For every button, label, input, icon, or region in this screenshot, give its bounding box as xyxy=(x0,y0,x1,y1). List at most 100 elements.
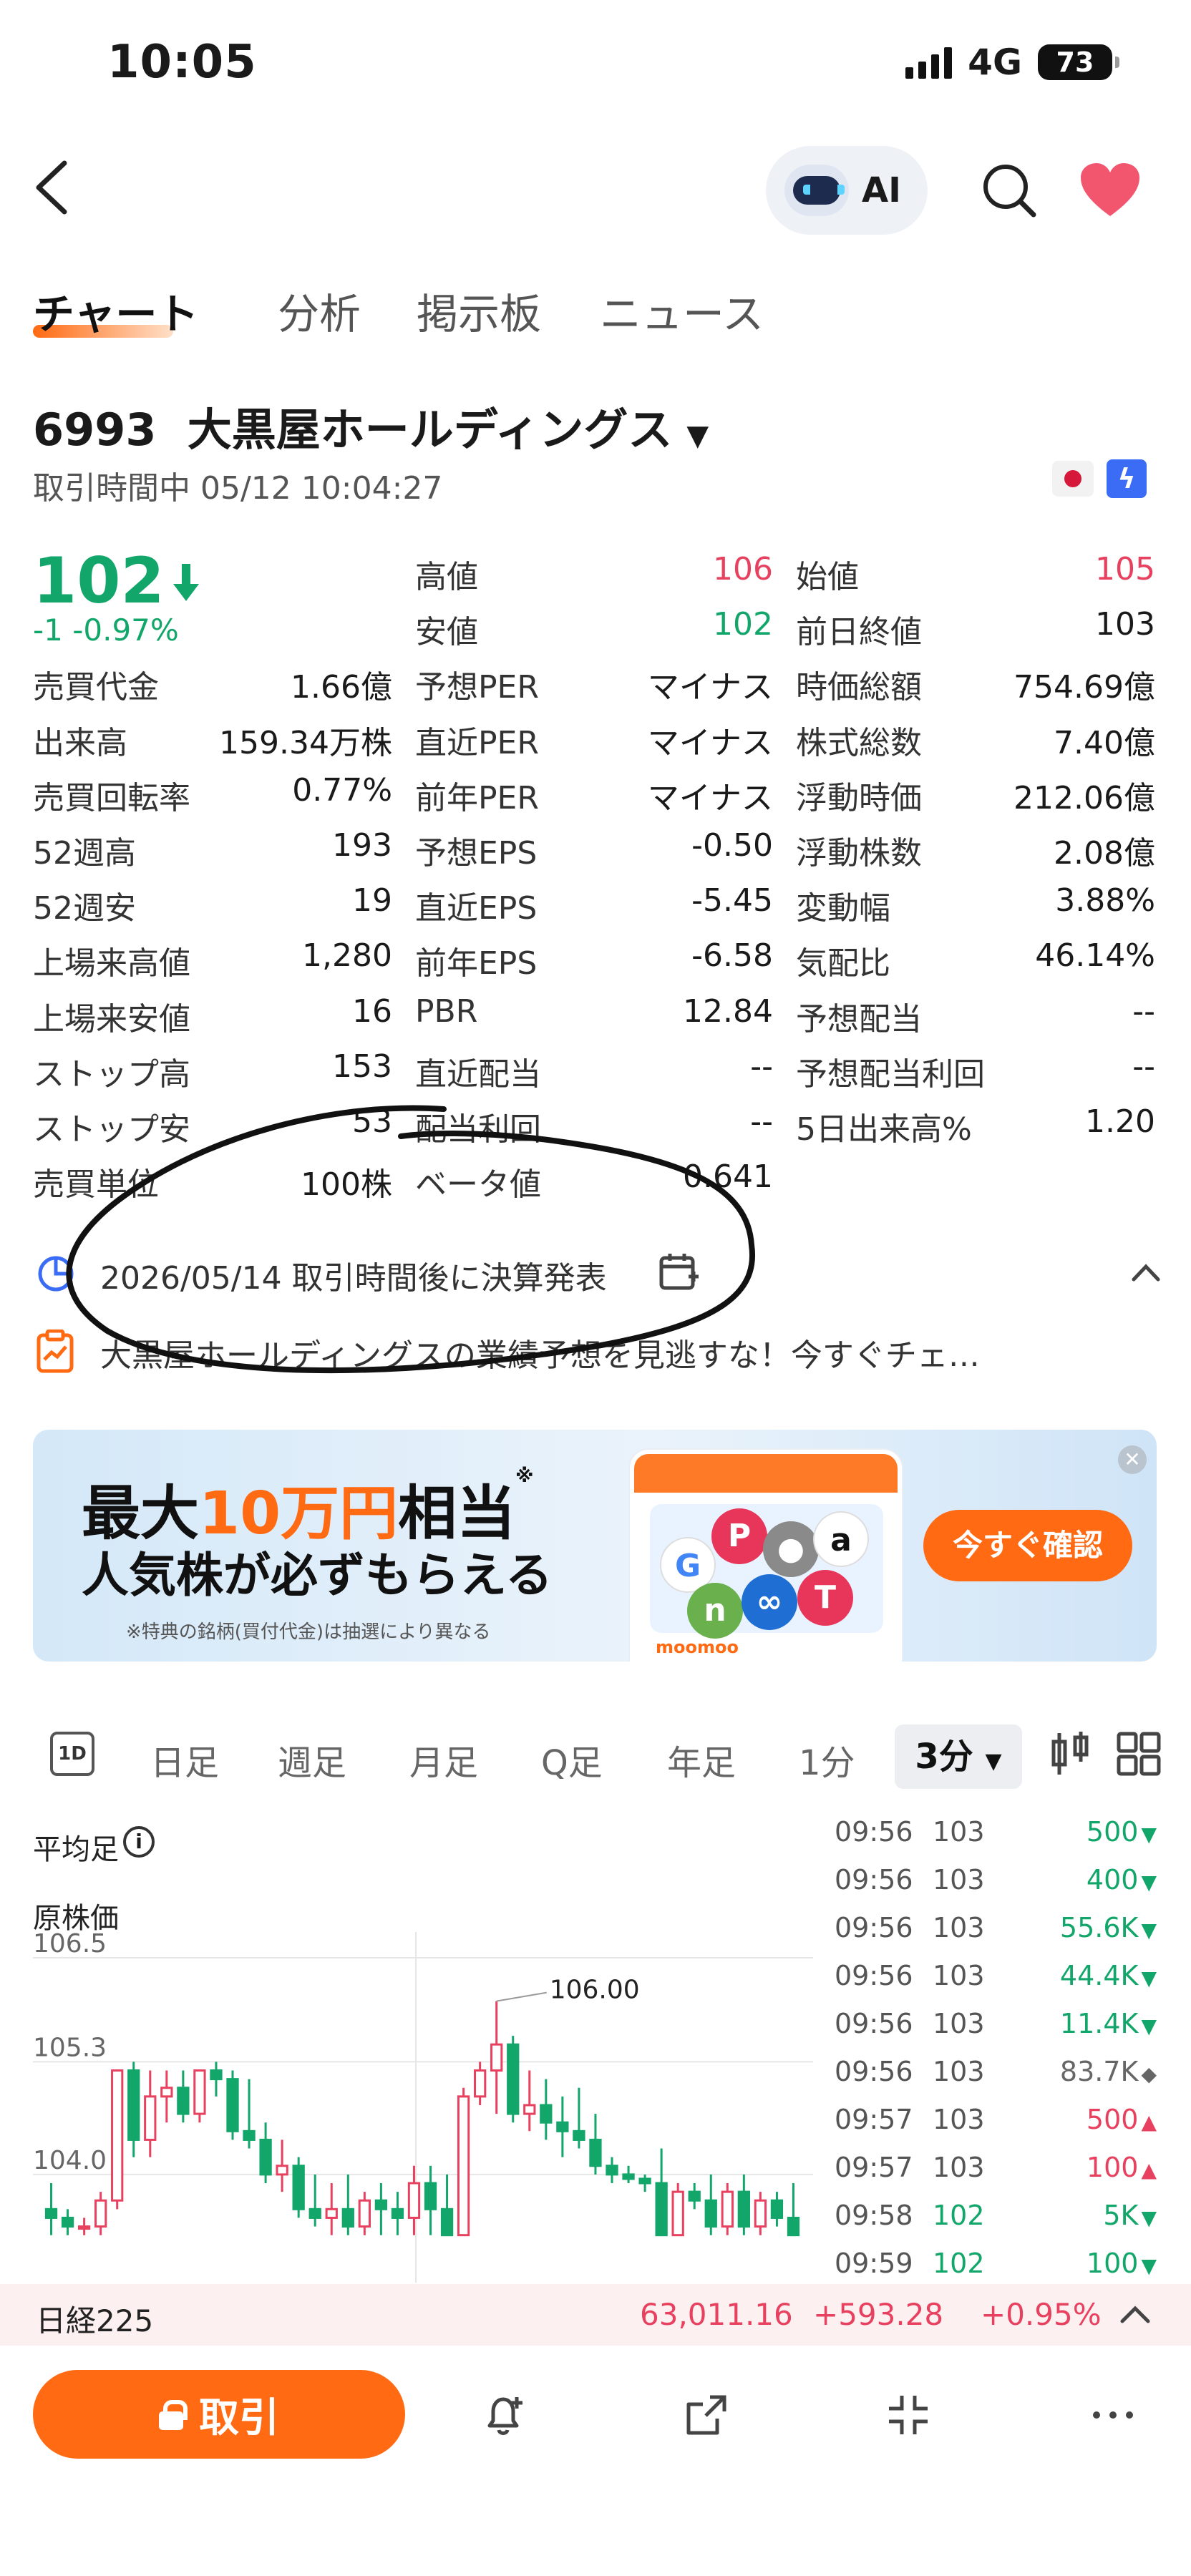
back-arrow-icon[interactable] xyxy=(31,159,74,216)
candle-body xyxy=(94,2199,107,2228)
battery-icon: 73 xyxy=(1038,44,1119,80)
candle-body xyxy=(358,2199,371,2228)
quote-value: 16 xyxy=(352,992,392,1030)
trade-direction-icon: ▼ xyxy=(1141,1918,1157,1942)
price-down-arrow-icon xyxy=(172,564,199,601)
share-icon[interactable] xyxy=(681,2390,731,2440)
trade-direction-icon: ◆ xyxy=(1141,2062,1157,2086)
quote-label: 直近EPS xyxy=(415,890,538,927)
quote-label: 始値 xyxy=(796,559,859,595)
quote-value: 103 xyxy=(1095,606,1155,643)
tab-daily[interactable]: 日足 xyxy=(150,1735,219,1785)
trade-direction-icon: ▼ xyxy=(1141,1966,1157,1990)
candle-body xyxy=(655,2182,668,2237)
trade-volume: 55.6K xyxy=(1059,1912,1139,1943)
quote-value: 1.66億 xyxy=(291,669,392,706)
moomoo-logo: moomoo xyxy=(656,1637,739,1657)
trade-volume: 44.4K xyxy=(1059,1960,1139,1991)
trade-row: 09:56 103 55.6K ▼ xyxy=(835,1912,1157,1955)
favorite-heart-icon[interactable] xyxy=(1079,162,1141,219)
stock-title[interactable]: 6993 大黒屋ホールディングス ▼ xyxy=(33,394,709,458)
quote-label: 予想EPS xyxy=(415,835,538,872)
search-icon[interactable] xyxy=(981,162,1038,219)
tab-news[interactable]: ニュース xyxy=(600,280,764,341)
quote-value: 102 xyxy=(713,606,773,643)
trade-direction-icon: ▼ xyxy=(1141,2206,1157,2230)
collapse-fullscreen-icon[interactable] xyxy=(883,2390,933,2440)
tab-1min[interactable]: 1分 xyxy=(799,1735,855,1785)
quote-label: 浮動株数 xyxy=(796,835,922,872)
flash-badge-icon[interactable]: ϟ xyxy=(1107,459,1147,498)
quote-value: 754.69億 xyxy=(1013,669,1155,706)
quote-label: 直近PER xyxy=(415,724,539,761)
trade-time: 09:56 xyxy=(835,2008,913,2039)
trade-button-label: 取引 xyxy=(199,2394,279,2441)
y-tick-label: 106.5 xyxy=(33,1932,107,1958)
grid-layout-icon[interactable] xyxy=(1115,1730,1162,1777)
trade-price: 103 xyxy=(933,2056,985,2087)
tab-3min-label: 3分 xyxy=(915,1737,973,1777)
candle-body xyxy=(374,2199,388,2210)
tab-3min-dropdown[interactable]: 3分 ▼ xyxy=(895,1724,1022,1789)
collapse-chevron-icon[interactable] xyxy=(1128,1258,1164,1287)
confirm-now-button[interactable]: 今すぐ確認 xyxy=(923,1510,1132,1581)
trade-row: 09:56 103 44.4K ▼ xyxy=(835,1960,1157,2003)
candle-body xyxy=(770,2199,784,2219)
trade-time: 09:57 xyxy=(835,2152,913,2183)
expand-chevron-icon[interactable] xyxy=(1118,2300,1152,2328)
index-change-pct: +0.95% xyxy=(981,2297,1102,2332)
info-icon[interactable]: i xyxy=(123,1826,155,1858)
tab-chart[interactable]: チャート xyxy=(33,280,198,341)
close-icon[interactable]: ✕ xyxy=(1118,1445,1147,1474)
candle-body xyxy=(226,2078,239,2132)
tab-yearly[interactable]: 年足 xyxy=(667,1735,736,1785)
quote-value: 159.34万株 xyxy=(219,724,392,761)
intraday-toggle-icon[interactable]: 1D xyxy=(50,1732,94,1776)
more-options-icon[interactable] xyxy=(1088,2390,1138,2440)
quote-value: 105 xyxy=(1095,551,1155,587)
trade-volume: 500 xyxy=(1086,1816,1139,1848)
trade-row: 09:56 103 400 ▼ xyxy=(835,1864,1157,1907)
tab-quarterly[interactable]: Q足 xyxy=(541,1735,603,1785)
candle-body xyxy=(292,2165,305,2210)
quote-label: 予想PER xyxy=(415,669,539,706)
candlestick-chart[interactable]: 106.5 105.3 104.0 106.00 xyxy=(33,1932,813,2283)
trade-price: 103 xyxy=(933,1864,985,1896)
promo-banner[interactable]: 最大10万円相当※ 人気株が必ずもらえる ※特典の銘柄(買付代金)は抽選により異… xyxy=(33,1430,1157,1662)
quote-value: マイナス xyxy=(647,724,773,761)
quote-label: 52週高 xyxy=(33,835,136,872)
tab-weekly[interactable]: 週足 xyxy=(278,1735,346,1785)
candle-body xyxy=(243,2129,256,2141)
candle-body xyxy=(589,2138,602,2167)
average-candle-label: 平均足 xyxy=(33,1833,119,1866)
trade-row: 09:58 102 5K ▼ xyxy=(835,2200,1157,2243)
quote-label: 売買回転率 xyxy=(33,779,190,816)
tab-board[interactable]: 掲示板 xyxy=(417,280,541,341)
candle-body xyxy=(144,2095,157,2141)
candle-body xyxy=(474,2069,487,2098)
trade-row: 09:56 103 11.4K ▼ xyxy=(835,2008,1157,2051)
battery-level: 73 xyxy=(1056,47,1094,78)
ai-assistant-button[interactable]: AI xyxy=(766,146,928,235)
candle-style-icon[interactable] xyxy=(1046,1730,1094,1777)
japan-flag-icon xyxy=(1052,461,1094,497)
quote-label: 予想配当利回 xyxy=(796,1055,985,1093)
candle-body xyxy=(44,2207,58,2219)
y-tick-label: 105.3 xyxy=(33,2033,107,2062)
trade-time: 09:56 xyxy=(835,2056,913,2087)
tab-analysis[interactable]: 分析 xyxy=(278,280,361,341)
quote-label: ストップ高 xyxy=(33,1055,190,1093)
trade-time: 取引時間中 05/12 10:04:27 xyxy=(33,470,443,507)
trade-direction-icon: ▼ xyxy=(1141,2254,1157,2278)
price-alert-bell-icon[interactable] xyxy=(480,2390,530,2440)
tab-monthly[interactable]: 月足 xyxy=(409,1735,478,1785)
high-marker-line xyxy=(496,1991,547,2002)
trade-price: 103 xyxy=(933,1816,985,1848)
trade-button[interactable]: 取引 xyxy=(33,2370,405,2459)
ai-label: AI xyxy=(862,170,902,210)
trade-direction-icon: ▼ xyxy=(1141,1870,1157,1894)
candle-body xyxy=(276,2165,288,2176)
quote-value: 1.20 xyxy=(1085,1103,1155,1140)
candle-body xyxy=(424,2182,437,2210)
quote-value: -5.45 xyxy=(691,882,773,919)
